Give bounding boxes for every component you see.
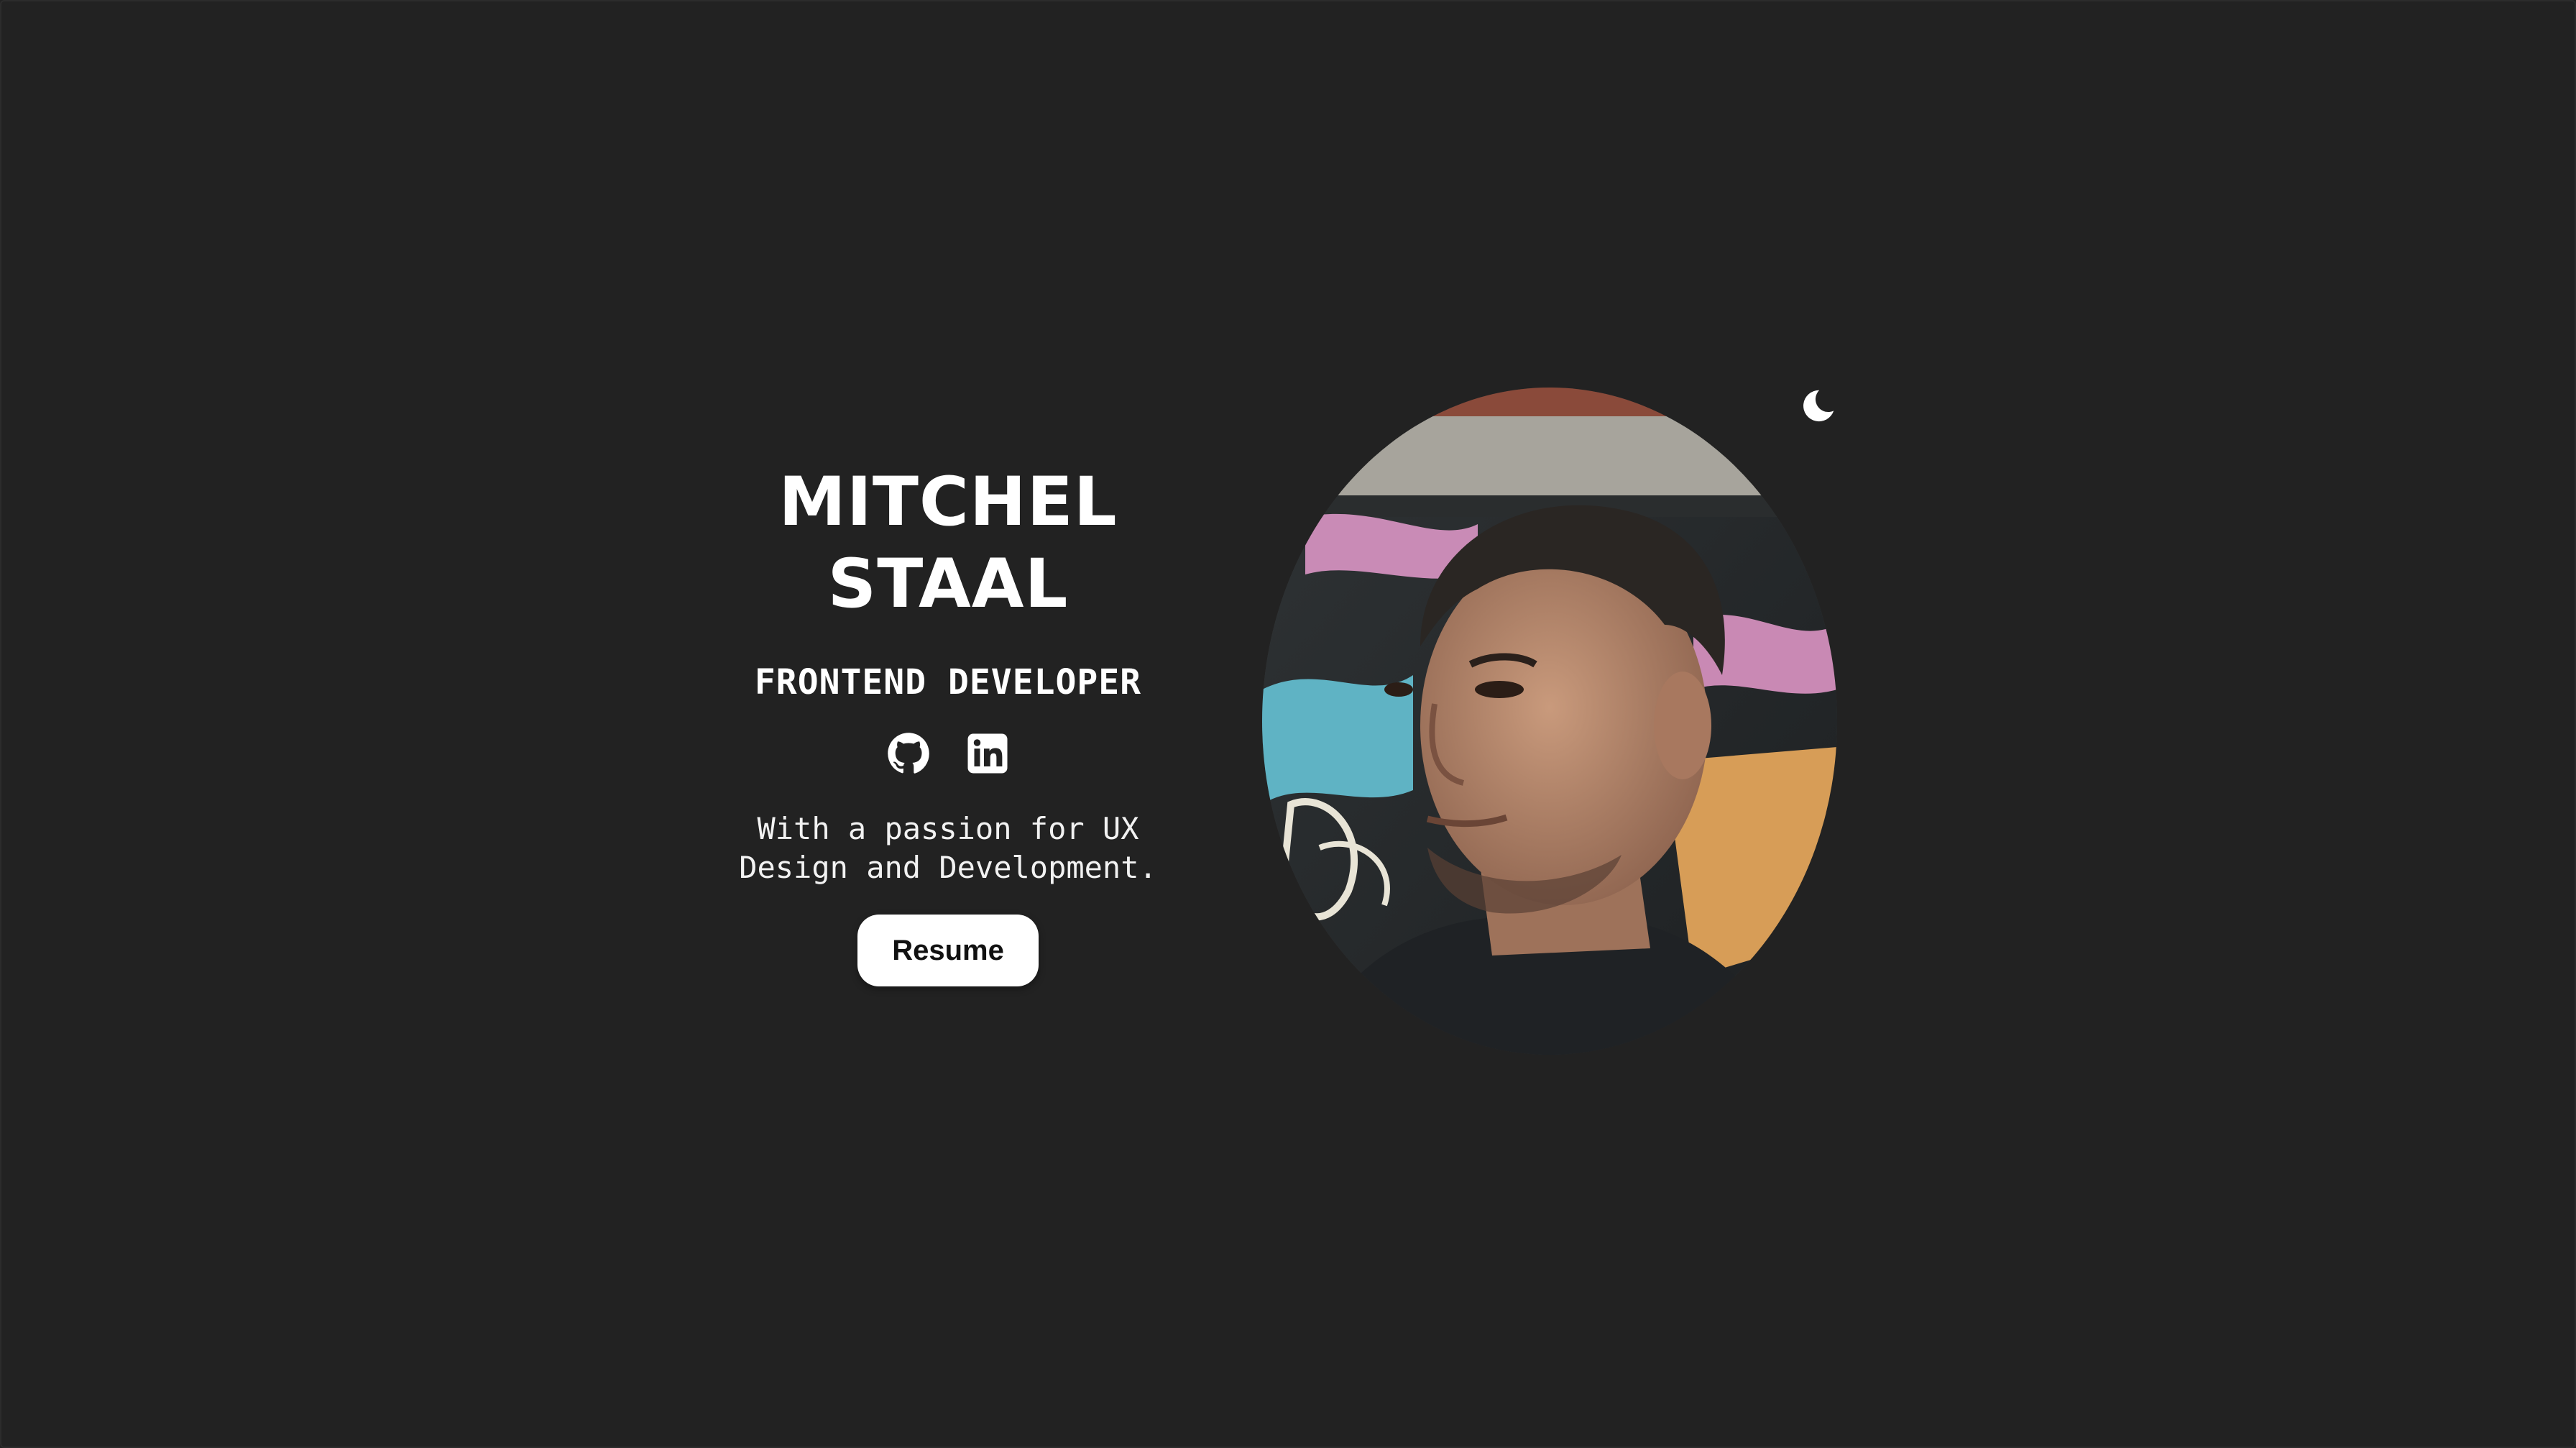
theme-toggle[interactable] xyxy=(1800,387,1837,424)
moon-icon xyxy=(1803,390,1834,422)
resume-button[interactable]: Resume xyxy=(857,915,1039,986)
profile-photo xyxy=(1262,388,1837,1055)
name-first: MITCHEL xyxy=(778,463,1118,541)
job-title: FRONTEND DEVELOPER xyxy=(754,662,1142,702)
tagline-line-2: Design and Development. xyxy=(739,850,1157,885)
tagline: With a passion for UX Design and Develop… xyxy=(732,810,1164,887)
intro-section: MITCHEL STAAL FRONTEND DEVELOPER With a … xyxy=(732,462,1164,986)
linkedin-link[interactable] xyxy=(966,732,1009,775)
profile-photo-image xyxy=(1262,388,1837,1055)
tagline-line-1: With a passion for UX xyxy=(757,811,1139,846)
github-link[interactable] xyxy=(887,732,930,775)
page: MITCHEL STAAL FRONTEND DEVELOPER With a … xyxy=(0,0,2576,1448)
name-last: STAAL xyxy=(827,545,1069,623)
github-icon xyxy=(888,733,929,774)
social-links xyxy=(732,732,1164,776)
linkedin-icon xyxy=(967,733,1008,774)
page-title: MITCHEL STAAL xyxy=(732,462,1164,626)
